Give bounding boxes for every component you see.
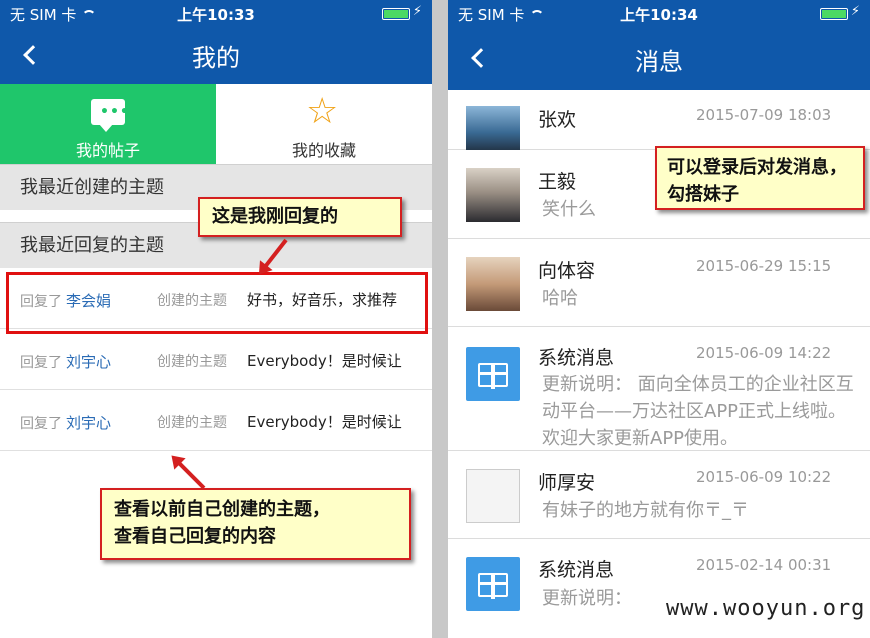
page-title: 消息 (635, 48, 683, 76)
message-item[interactable]: 系统消息 2015-06-09 14:22 更新说明： 面向全体员工的企业社区互… (448, 327, 870, 451)
status-bar: 无 SIM 卡 上午10:33 ⚡ (10, 4, 422, 24)
carrier-label: 无 SIM 卡 (458, 6, 525, 24)
star-icon: ☆ (306, 91, 339, 132)
message-item[interactable]: 师厚安 2015-06-09 10:22 有妹子的地方就有你〒_〒 (448, 451, 870, 539)
messages-screen: 无 SIM 卡 上午10:34 ⚡ 消息 张欢 2015-07-09 18:03… (448, 0, 870, 638)
message-item[interactable]: 张欢 2015-07-09 18:03 (448, 90, 870, 150)
sender-name: 师厚安 (538, 472, 596, 494)
sender-name: 系统消息 (538, 347, 615, 369)
tab-bar: ••• 我的帖子 ☆ 我的收藏 (0, 84, 432, 164)
topic-title[interactable]: Everybody！是时候让 (247, 350, 402, 371)
tab-label: 我的收藏 (291, 141, 356, 160)
chat-icon: ••• (91, 99, 129, 132)
clock: 上午10:34 (620, 6, 698, 24)
avatar (466, 168, 520, 222)
charging-icon: ⚡ (850, 4, 860, 19)
tab-my-favorites[interactable]: ☆ 我的收藏 (216, 84, 432, 164)
user-link[interactable]: 刘宇心 (66, 353, 111, 371)
avatar (466, 257, 520, 311)
carrier-label: 无 SIM 卡 (10, 6, 77, 24)
nav-bar: 无 SIM 卡 上午10:34 ⚡ 消息 (448, 0, 870, 90)
sender-name: 张欢 (538, 109, 577, 131)
gift-icon (466, 347, 520, 401)
message-note-callout: 可以登录后对发消息，勾搭妹子 (655, 146, 865, 210)
message-preview: 更新说明： 面向全体员工的企业社区互动平台——万达社区APP正式上线啦。欢迎大家… (542, 374, 854, 449)
battery-icon (382, 8, 410, 20)
list-item[interactable]: 回复了 刘宇心 创建的主题 Everybody！是时候让 (0, 390, 432, 451)
sender-name: 王毅 (538, 171, 577, 193)
reply-note-callout: 这是我刚回复的 (198, 197, 402, 237)
topic-title[interactable]: Everybody！是时候让 (247, 411, 402, 432)
page-title: 我的 (192, 44, 240, 72)
highlight-box (6, 272, 428, 334)
bottom-note-callout: 查看以前自己创建的主题， 查看自己回复的内容 (100, 488, 411, 560)
created-label: 创建的主题 (157, 415, 227, 431)
nav-bar: 无 SIM 卡 上午10:33 ⚡ 我的 (0, 0, 432, 84)
tab-label: 我的帖子 (75, 141, 140, 160)
avatar (466, 106, 520, 150)
user-link[interactable]: 刘宇心 (66, 414, 111, 432)
replied-label: 回复了 (20, 355, 62, 371)
note-line: 查看以前自己创建的主题， (114, 499, 330, 520)
note-line: 查看自己回复的内容 (114, 526, 276, 547)
wifi-icon (82, 10, 97, 20)
message-preview: 哈哈 (542, 288, 578, 309)
message-item[interactable]: 系统消息 2015-02-14 00:31 更新说明： (448, 539, 870, 638)
message-time: 2015-02-14 00:31 (696, 556, 832, 574)
charging-icon: ⚡ (412, 4, 422, 19)
replied-label: 回复了 (20, 416, 62, 432)
message-item[interactable]: 向体容 2015-06-29 15:15 哈哈 (448, 239, 870, 327)
sender-name: 系统消息 (538, 559, 615, 581)
gift-icon (466, 557, 520, 611)
sender-name: 向体容 (538, 260, 596, 282)
divider (432, 0, 448, 638)
battery-icon (820, 8, 848, 20)
tab-my-posts[interactable]: ••• 我的帖子 (0, 84, 216, 164)
created-label: 创建的主题 (157, 354, 227, 370)
message-time: 2015-07-09 18:03 (696, 106, 832, 124)
wifi-icon (530, 10, 545, 20)
avatar (466, 469, 520, 523)
message-preview: 有妹子的地方就有你〒_〒 (542, 500, 749, 521)
message-time: 2015-06-29 15:15 (696, 257, 832, 275)
watermark: www.wooyun.org (666, 596, 866, 621)
message-time: 2015-06-09 10:22 (696, 468, 832, 486)
list-item[interactable]: 回复了 刘宇心 创建的主题 Everybody！是时候让 (0, 329, 432, 390)
status-bar: 无 SIM 卡 上午10:34 ⚡ (458, 4, 860, 24)
message-time: 2015-06-09 14:22 (696, 344, 832, 362)
clock: 上午10:33 (177, 6, 255, 24)
